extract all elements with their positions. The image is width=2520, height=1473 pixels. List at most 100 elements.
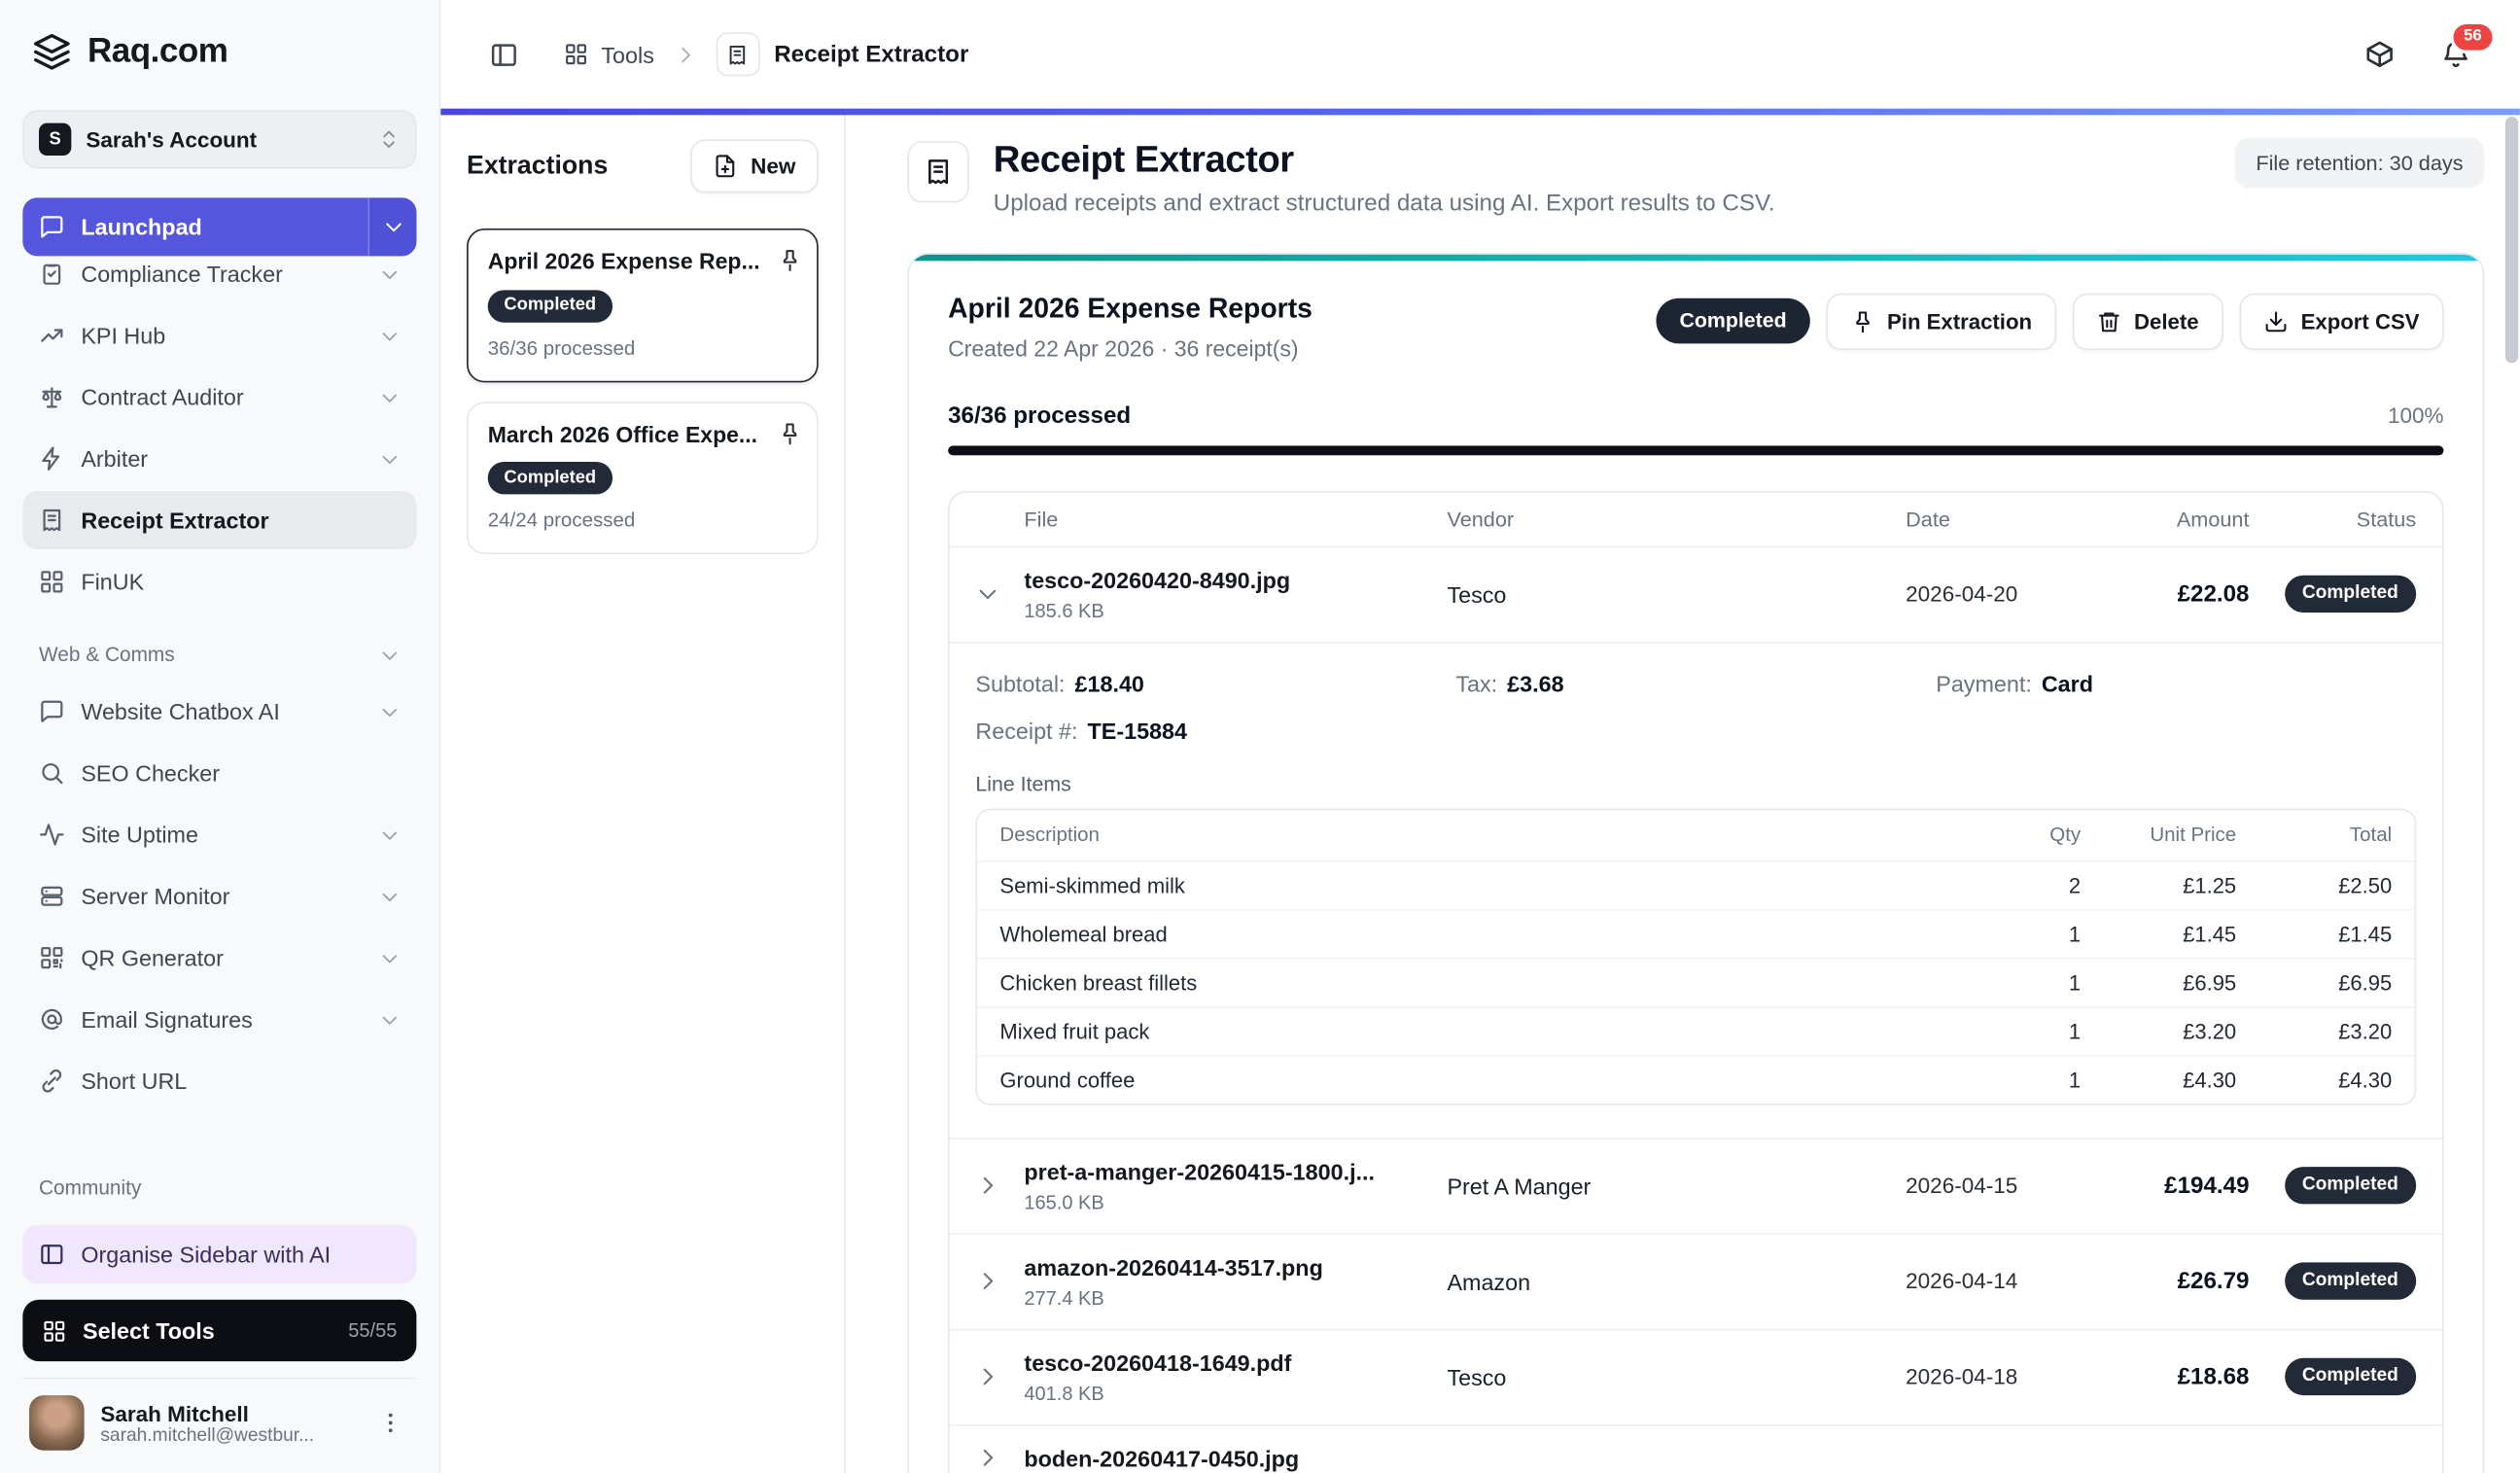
export-csv-button[interactable]: Export CSV bbox=[2239, 292, 2444, 350]
sidebar-item-launchpad[interactable]: Launchpad bbox=[22, 197, 417, 257]
sidebar-item-label: QR Generator bbox=[81, 944, 224, 971]
chevron-right-icon[interactable] bbox=[975, 1174, 1024, 1198]
chevron-down-icon bbox=[379, 1009, 401, 1031]
sidebar-item-arbiter[interactable]: Arbiter bbox=[22, 430, 416, 488]
pin-icon[interactable] bbox=[778, 421, 802, 445]
status-cell: Completed bbox=[2250, 576, 2417, 613]
extraction-list-item[interactable]: March 2026 Office Expe... Completed 24/2… bbox=[467, 401, 819, 555]
select-tools-label: Select Tools bbox=[83, 1317, 215, 1344]
sidebar-toggle-button[interactable] bbox=[483, 33, 525, 75]
sidebar-item-website-chatbox-ai[interactable]: Website Chatbox AI bbox=[22, 683, 416, 741]
subtotal-value: £18.40 bbox=[1074, 670, 1144, 696]
account-switcher[interactable]: S Sarah's Account bbox=[22, 110, 417, 169]
sidebar-item-receipt-extractor[interactable]: Receipt Extractor bbox=[22, 491, 417, 550]
chevron-down-icon bbox=[382, 216, 404, 238]
status-badge: Completed bbox=[2284, 576, 2417, 613]
subtotal-label: Subtotal: bbox=[975, 670, 1066, 696]
user-menu-button[interactable] bbox=[371, 1403, 410, 1442]
sidebar-item-label: SEO Checker bbox=[81, 759, 221, 787]
progress-labels: 36/36 processed 100% bbox=[948, 403, 2443, 429]
content-area: Tools Receipt Extractor 56 Extractions N… bbox=[440, 0, 2520, 1473]
item-description: Mixed fruit pack bbox=[999, 1018, 1150, 1043]
sidebar-item-label: Compliance Tracker bbox=[81, 261, 283, 288]
extraction-list-item[interactable]: April 2026 Expense Rep... Completed 36/3… bbox=[467, 228, 819, 382]
file-size: 277.4 KB bbox=[1024, 1285, 1104, 1309]
user-email: sarah.mitchell@westbur... bbox=[100, 1424, 315, 1445]
sidebar-item-site-uptime[interactable]: Site Uptime bbox=[22, 805, 416, 863]
breadcrumb-tools[interactable]: Tools bbox=[564, 42, 654, 67]
sidebar-item-qr-generator[interactable]: QR Generator bbox=[22, 929, 416, 987]
organise-sidebar-ai-button[interactable]: Organise Sidebar with AI bbox=[22, 1225, 417, 1284]
chevron-down-icon[interactable] bbox=[975, 581, 1024, 606]
new-extraction-button[interactable]: New bbox=[690, 139, 819, 193]
table-row[interactable]: boden-20260417-0450.jpg bbox=[949, 1423, 2442, 1473]
sidebar-item-seo-checker[interactable]: SEO Checker bbox=[22, 744, 416, 802]
item-qty: 1 bbox=[2068, 969, 2082, 995]
trash-icon bbox=[2097, 309, 2121, 333]
file-name: tesco-20260420-8490.jpg bbox=[1024, 566, 1291, 593]
sidebar-item-short-url[interactable]: Short URL bbox=[22, 1052, 416, 1110]
pin-extraction-button[interactable]: Pin Extraction bbox=[1825, 292, 2057, 350]
status-badge: Completed bbox=[2284, 1262, 2417, 1300]
chevron-right-icon[interactable] bbox=[975, 1269, 1024, 1293]
table-row[interactable]: amazon-20260414-3517.png 277.4 KB Amazon… bbox=[949, 1232, 2442, 1328]
pin-icon[interactable] bbox=[778, 248, 802, 272]
item-qty: 2 bbox=[2068, 872, 2082, 897]
line-item-row: Semi-skimmed milk 2 £1.25 £2.50 bbox=[977, 859, 2415, 908]
vendor-cell: Pret A Manger bbox=[1447, 1172, 1592, 1199]
sidebar-item-server-monitor[interactable]: Server Monitor bbox=[22, 867, 416, 926]
extraction-item-status-row: Completed bbox=[487, 289, 797, 322]
breadcrumb: Tools Receipt Extractor bbox=[564, 32, 968, 77]
download-icon bbox=[2263, 309, 2288, 333]
file-size: 401.8 KB bbox=[1024, 1381, 1104, 1405]
chevron-right-icon[interactable] bbox=[975, 1446, 1024, 1470]
col-amount: Amount bbox=[2176, 506, 2250, 531]
payment-label: Payment: bbox=[1936, 670, 2032, 696]
notifications-button[interactable]: 56 bbox=[2434, 20, 2496, 76]
extraction-meta: Created 22 Apr 2026 · 36 receipt(s) bbox=[948, 335, 1299, 361]
amount-cell: £22.08 bbox=[2177, 580, 2250, 608]
user-profile[interactable]: Sarah Mitchell sarah.mitchell@westbur... bbox=[22, 1377, 417, 1460]
sidebar-item-kpi-hub[interactable]: KPI Hub bbox=[22, 306, 416, 365]
item-total: £2.50 bbox=[2338, 872, 2393, 897]
package-button[interactable] bbox=[2358, 32, 2401, 76]
line-item-row: Mixed fruit pack 1 £3.20 £3.20 bbox=[977, 1005, 2415, 1054]
extraction-detail-card: April 2026 Expense Reports Created 22 Ap… bbox=[907, 253, 2485, 1473]
status-badge: Completed bbox=[2284, 1167, 2417, 1205]
table-row[interactable]: pret-a-manger-20260415-1800.j... 165.0 K… bbox=[949, 1137, 2442, 1232]
card-body: April 2026 Expense Reports Created 22 Ap… bbox=[909, 261, 2482, 1473]
status-badge: Completed bbox=[1657, 298, 1810, 345]
col-total: Total bbox=[2349, 823, 2393, 847]
date-cell: 2026-04-15 bbox=[1906, 1173, 2018, 1198]
section-web-comms[interactable]: Web & Comms bbox=[39, 644, 401, 666]
col-qty: Qty bbox=[2049, 823, 2082, 847]
item-description: Wholemeal bread bbox=[999, 921, 1168, 946]
progress-bar-fill bbox=[948, 444, 2444, 455]
account-label: Sarah's Account bbox=[86, 126, 258, 152]
message-icon bbox=[39, 214, 65, 240]
delete-button[interactable]: Delete bbox=[2072, 292, 2223, 350]
table-row-expanded[interactable]: tesco-20260420-8490.jpg 185.6 KB Tesco 2… bbox=[949, 544, 2442, 641]
launchpad-main[interactable]: Launchpad bbox=[22, 197, 351, 256]
chevron-right-icon[interactable] bbox=[975, 1364, 1024, 1388]
chevron-down-icon bbox=[379, 701, 401, 722]
sidebar-nav: Launchpad Compliance Tracker KPI Hub Con… bbox=[22, 194, 417, 1110]
file-retention-badge: File retention: 30 days bbox=[2234, 137, 2485, 189]
scrollbar-track[interactable] bbox=[2504, 117, 2519, 1473]
scrollbar-thumb[interactable] bbox=[2504, 117, 2519, 364]
brand-logo[interactable]: Raq.com bbox=[22, 32, 416, 71]
sidebar-item-finuk[interactable]: FinUK bbox=[22, 552, 416, 611]
pin-extraction-label: Pin Extraction bbox=[1887, 308, 2033, 333]
sidebar-item-contract-auditor[interactable]: Contract Auditor bbox=[22, 368, 416, 426]
status-cell: Completed bbox=[2250, 1358, 2417, 1395]
launchpad-expand-button[interactable] bbox=[368, 197, 417, 257]
date-cell: 2026-04-20 bbox=[1906, 581, 2018, 607]
sidebar-item-label: Arbiter bbox=[81, 445, 149, 473]
table-row[interactable]: tesco-20260418-1649.pdf 401.8 KB Tesco 2… bbox=[949, 1327, 2442, 1423]
line-item-row: Ground coffee 1 £4.30 £4.30 bbox=[977, 1054, 2415, 1103]
sidebar-item-email-signatures[interactable]: Email Signatures bbox=[22, 990, 416, 1048]
scales-icon bbox=[39, 384, 65, 410]
select-tools-button[interactable]: Select Tools 55/55 bbox=[22, 1299, 417, 1362]
chevron-down-icon bbox=[379, 886, 401, 907]
file-plus-icon bbox=[714, 154, 738, 178]
